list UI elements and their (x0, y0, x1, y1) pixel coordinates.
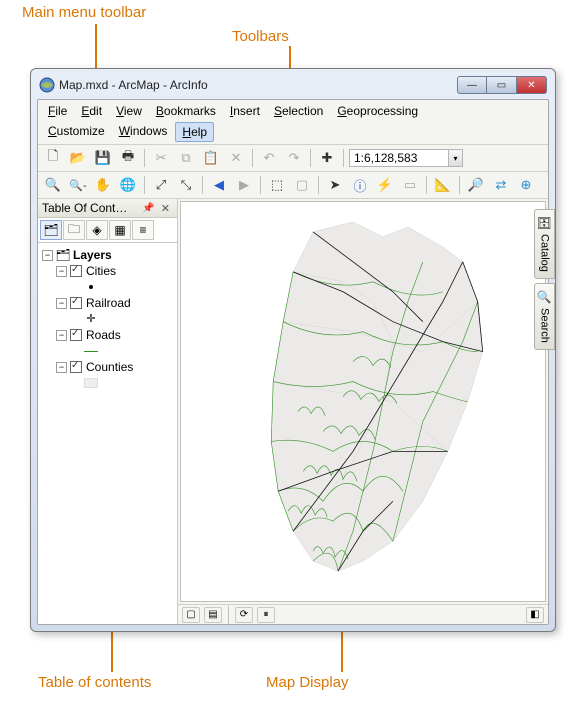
toc-header[interactable]: Table Of Cont… 📌 ✕ (38, 199, 177, 218)
app-logo-icon (39, 77, 55, 93)
paste-button[interactable]: 📋 (200, 147, 222, 169)
data-frame-icon: 🗂 (56, 248, 70, 262)
expander-icon[interactable]: − (56, 298, 67, 309)
menu-view[interactable]: View (110, 102, 148, 120)
toc-tab-source[interactable]: 🗀 (63, 220, 85, 240)
layer-name[interactable]: Roads (86, 328, 121, 342)
toc-tab-options[interactable]: ≡ (132, 220, 154, 240)
find-route-button[interactable]: ⇄ (490, 174, 512, 196)
annotation-menu: Main menu toolbar (22, 4, 146, 21)
find-button[interactable]: 🔎 (465, 174, 487, 196)
layer-name[interactable]: Cities (86, 264, 116, 278)
expander-icon[interactable]: − (56, 362, 67, 373)
scale-text[interactable] (349, 149, 449, 167)
clear-selection-button[interactable]: ▢ (291, 174, 313, 196)
layers-root[interactable]: Layers (73, 248, 112, 262)
print-button[interactable]: 🖶 (117, 147, 139, 169)
add-data-button[interactable]: ✚ (316, 147, 338, 169)
status-bar: ▢ ▤ ⟳ ⏸ ◧ (178, 604, 548, 624)
maximize-button[interactable]: ▭ (487, 76, 517, 94)
layer-symbol-icon[interactable]: ✛ (84, 312, 98, 326)
menu-customize[interactable]: Customize (42, 122, 111, 142)
undo-button[interactable]: ↶ (258, 147, 280, 169)
map-display[interactable] (180, 201, 546, 602)
search-tab[interactable]: 🔍 Search (534, 283, 555, 350)
menu-insert[interactable]: Insert (224, 102, 266, 120)
catalog-tab[interactable]: 🗄 Catalog (534, 209, 555, 279)
toc-tree[interactable]: − 🗂 Layers − Cities − Railroad ✛ − Roa (38, 243, 177, 624)
select-elements-button[interactable]: ➤ (324, 174, 346, 196)
layer-symbol-icon[interactable] (84, 376, 98, 390)
forward-extent-button[interactable]: ▶ (233, 174, 255, 196)
scale-input[interactable]: ▾ (349, 149, 463, 167)
close-button[interactable]: ✕ (517, 76, 547, 94)
zoom-in-button[interactable]: 🔍 (42, 174, 64, 196)
menu-bookmarks[interactable]: Bookmarks (150, 102, 222, 120)
annotation-toolbars: Toolbars (232, 28, 289, 45)
layer-checkbox[interactable] (70, 361, 82, 373)
full-extent-button[interactable]: 🌐 (117, 174, 139, 196)
window-title: Map.mxd - ArcMap - ArcInfo (59, 78, 208, 92)
app-window: Map.mxd - ArcMap - ArcInfo — ▭ ✕ File Ed… (30, 68, 556, 632)
redo-button[interactable]: ↷ (283, 147, 305, 169)
layer-checkbox[interactable] (70, 265, 82, 277)
menu-windows[interactable]: Windows (113, 122, 174, 142)
pin-icon[interactable]: 📌 (139, 203, 157, 214)
toc-close-button[interactable]: ✕ (158, 202, 173, 215)
map-svg (181, 202, 545, 601)
go-to-xy-button[interactable]: ⊕ (515, 174, 537, 196)
measure-button[interactable]: 📐 (432, 174, 454, 196)
main-menu-row2: Customize Windows Help (38, 122, 548, 144)
annotation-toc: Table of contents (38, 674, 151, 691)
back-extent-button[interactable]: ◀ (208, 174, 230, 196)
menu-edit[interactable]: Edit (75, 102, 108, 120)
layer-symbol-icon[interactable] (84, 280, 98, 294)
layer-checkbox[interactable] (70, 297, 82, 309)
menu-file[interactable]: File (42, 102, 73, 120)
fixed-zoom-out-button[interactable]: ⤡ (175, 174, 197, 196)
pause-button[interactable]: ⏸ (257, 607, 275, 623)
data-view-button[interactable]: ▢ (182, 607, 200, 623)
expander-icon[interactable]: − (56, 266, 67, 277)
status-extra-button[interactable]: ◧ (526, 607, 544, 623)
identify-button[interactable]: ⓘ (349, 174, 371, 196)
copy-button[interactable]: ⧉ (175, 147, 197, 169)
expander-icon[interactable]: − (42, 250, 53, 261)
zoom-out-button[interactable]: 🔍- (67, 174, 89, 196)
layer-name[interactable]: Railroad (86, 296, 131, 310)
cut-button[interactable]: ✂ (150, 147, 172, 169)
select-features-button[interactable]: ⬚ (266, 174, 288, 196)
menu-geoprocessing[interactable]: Geoprocessing (331, 102, 424, 120)
toc-tab-selection[interactable]: ▦ (109, 220, 131, 240)
menu-selection[interactable]: Selection (268, 102, 329, 120)
layer-name[interactable]: Counties (86, 360, 133, 374)
scale-dropdown-icon[interactable]: ▾ (449, 149, 463, 167)
catalog-icon: 🗄 (537, 216, 552, 230)
layout-view-button[interactable]: ▤ (204, 607, 222, 623)
layer-symbol-icon[interactable] (84, 344, 98, 358)
main-menu: File Edit View Bookmarks Insert Selectio… (38, 100, 548, 122)
toc-tab-visibility[interactable]: ◈ (86, 220, 108, 240)
html-popup-button[interactable]: ▭ (399, 174, 421, 196)
hyperlink-button[interactable]: ⚡ (374, 174, 396, 196)
toc-title: Table Of Cont… (42, 201, 127, 215)
fixed-zoom-in-button[interactable]: ⤢ (150, 174, 172, 196)
minimize-button[interactable]: — (457, 76, 487, 94)
expander-icon[interactable]: − (56, 330, 67, 341)
toc-tab-drawing-order[interactable]: 🗂 (40, 220, 62, 240)
refresh-button[interactable]: ⟳ (235, 607, 253, 623)
table-of-contents: Table Of Cont… 📌 ✕ 🗂 🗀 ◈ ▦ ≡ − 🗂 Layers (38, 199, 178, 624)
delete-button[interactable]: ✕ (225, 147, 247, 169)
open-button[interactable]: 📂 (67, 147, 89, 169)
annotation-map: Map Display (266, 674, 349, 691)
menu-help[interactable]: Help (175, 122, 214, 142)
search-icon: 🔍 (537, 290, 552, 304)
layer-checkbox[interactable] (70, 329, 82, 341)
titlebar[interactable]: Map.mxd - ArcMap - ArcInfo — ▭ ✕ (37, 75, 549, 99)
save-button[interactable]: 💾 (92, 147, 114, 169)
standard-toolbar: 🗋 📂 💾 🖶 ✂ ⧉ 📋 ✕ ↶ ↷ ✚ ▾ (38, 144, 548, 171)
tools-toolbar: 🔍 🔍- ✋ 🌐 ⤢ ⤡ ◀ ▶ ⬚ ▢ ➤ ⓘ ⚡ ▭ 📐 🔎 ⇄ ⊕ (38, 171, 548, 198)
pan-button[interactable]: ✋ (92, 174, 114, 196)
new-button[interactable]: 🗋 (42, 147, 64, 169)
